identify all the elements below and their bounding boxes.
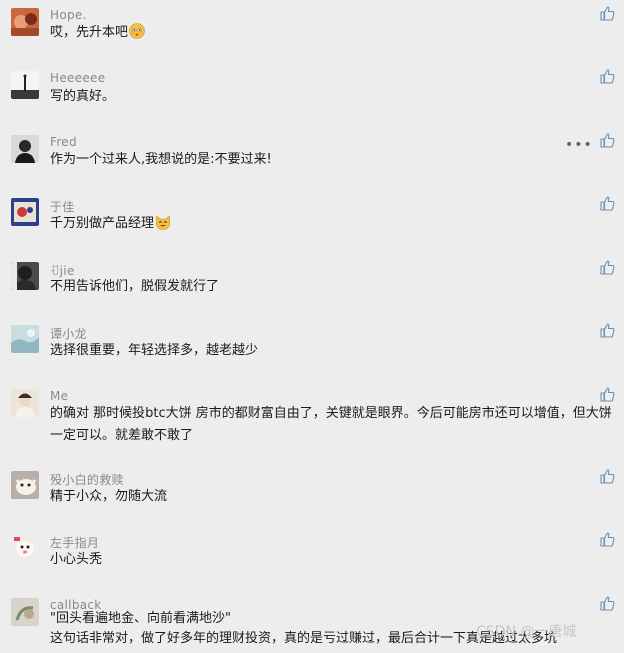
thumbs-up-icon[interactable] bbox=[599, 322, 615, 338]
comment-text: 哎，先升本吧 bbox=[50, 22, 615, 44]
thumbs-up-icon[interactable] bbox=[599, 531, 615, 547]
thumbs-up-icon[interactable] bbox=[599, 195, 615, 211]
more-options-icon[interactable]: ••• bbox=[565, 138, 593, 152]
thumbs-up-icon[interactable] bbox=[599, 259, 615, 275]
comment-list: Hope. 哎，先升本吧 Heeeeee 写的真好。 Fred 作为一个过来人,… bbox=[0, 0, 624, 653]
cat-face-icon bbox=[156, 215, 170, 230]
avatar[interactable] bbox=[11, 262, 39, 290]
comment-author[interactable]: Fred bbox=[50, 135, 77, 149]
comment-text: 小心头秃 bbox=[50, 552, 103, 567]
comment-text: 精于小众，勿随大流 bbox=[50, 489, 168, 504]
avatar[interactable] bbox=[11, 325, 39, 353]
avatar[interactable] bbox=[11, 71, 39, 99]
comment-text: 选择很重要，年轻选择多，越老越少 bbox=[50, 343, 259, 358]
comment-text: "回头看遍地金、向前看满地沙" 这句话非常对，做了好多年的理财投资，真的是亏过赚… bbox=[50, 611, 558, 646]
avatar[interactable] bbox=[11, 471, 39, 499]
avatar[interactable] bbox=[11, 598, 39, 626]
avatar[interactable] bbox=[11, 389, 39, 417]
thumbs-up-icon[interactable] bbox=[599, 5, 615, 21]
avatar[interactable] bbox=[11, 534, 39, 562]
comment-text: 的确对 那时候投btc大饼 房市的都财富自由了，关键就是眼界。今后可能房市还可以… bbox=[50, 406, 612, 443]
avatar[interactable] bbox=[11, 198, 39, 226]
thumbs-up-icon[interactable] bbox=[599, 595, 615, 611]
comment-text: 作为一个过来人,我想说的是:不要过来! bbox=[50, 152, 272, 167]
thumbs-up-icon[interactable] bbox=[599, 132, 615, 148]
comment-author[interactable]: Heeeeee bbox=[50, 71, 105, 85]
avatar[interactable] bbox=[11, 8, 39, 36]
avatar[interactable] bbox=[11, 135, 39, 163]
thumbs-up-icon[interactable] bbox=[599, 386, 615, 402]
comment-text: 写的真好。 bbox=[50, 89, 116, 104]
comment-author[interactable]: Hope. bbox=[50, 8, 87, 22]
comment-text: 千万别做产品经理 bbox=[50, 213, 615, 235]
flushed-face-icon bbox=[129, 23, 145, 39]
comment-text: 不用告诉他们，脱假发就行了 bbox=[50, 279, 220, 294]
comment-author[interactable]: Me bbox=[50, 389, 68, 403]
thumbs-up-icon[interactable] bbox=[599, 468, 615, 484]
thumbs-up-icon[interactable] bbox=[599, 68, 615, 84]
